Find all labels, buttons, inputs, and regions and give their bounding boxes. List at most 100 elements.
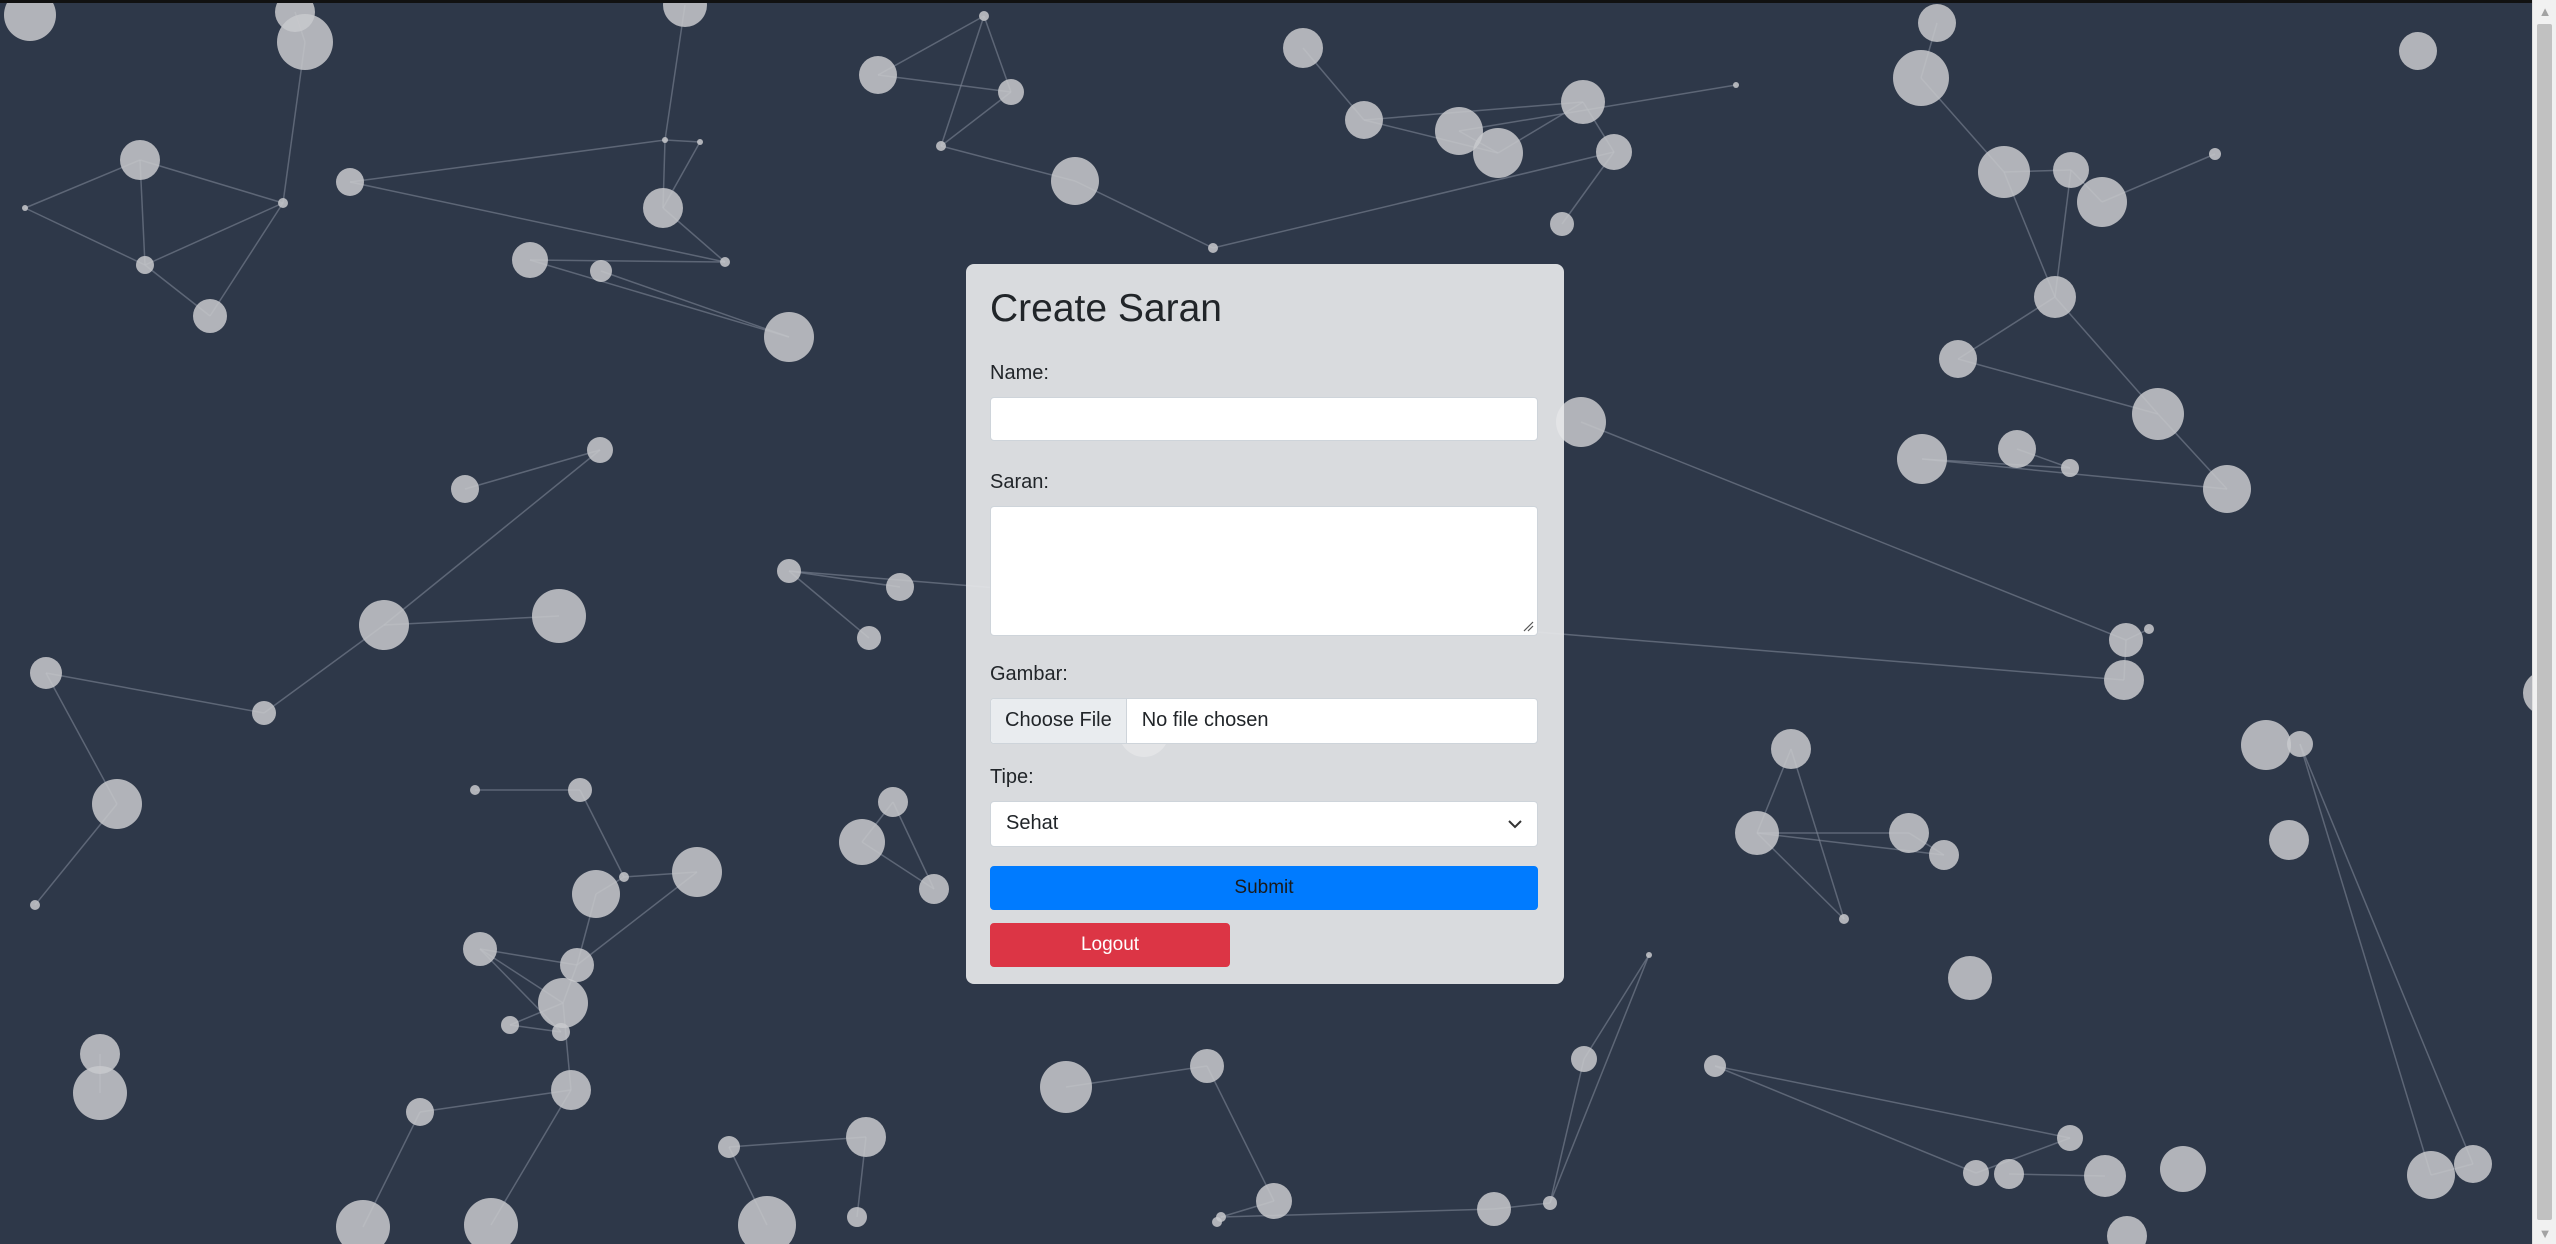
particle-dot: [663, 0, 707, 27]
particle-dot: [839, 819, 885, 865]
particle-dot: [1596, 134, 1632, 170]
particle-dot: [277, 14, 333, 70]
particle-dot: [501, 1016, 519, 1034]
particle-dot: [1550, 212, 1574, 236]
particle-dot: [1929, 840, 1959, 870]
particle-dot: [359, 600, 409, 650]
particle-dot: [1839, 914, 1849, 924]
name-input[interactable]: [990, 396, 1538, 441]
particle-dot: [1704, 1055, 1726, 1077]
gambar-file-input[interactable]: Choose File No file chosen: [990, 697, 1538, 744]
particle-dot: [2104, 660, 2144, 700]
particle-dot: [2454, 1145, 2492, 1183]
particle-dot: [1212, 1217, 1222, 1227]
particle-link: [600, 270, 790, 338]
particle-link: [1714, 1065, 2071, 1139]
particle-dot: [551, 1070, 591, 1110]
particle-dot: [120, 140, 160, 180]
particle-dot: [336, 168, 364, 196]
particle-link: [1206, 1065, 1275, 1202]
particle-link: [579, 789, 625, 878]
particle-link: [877, 74, 1012, 93]
particle-dot: [336, 1200, 390, 1244]
particle-dot: [1994, 1159, 2024, 1189]
particle-link: [664, 139, 701, 143]
particle-dot: [2034, 276, 2076, 318]
particle-dot: [73, 1066, 127, 1120]
particle-link: [1957, 358, 2159, 415]
particle-dot: [252, 701, 276, 725]
particle-dot: [1735, 811, 1779, 855]
particle-dot: [643, 188, 683, 228]
resize-grip-icon[interactable]: [1522, 620, 1534, 632]
particle-dot: [451, 475, 479, 503]
vertical-scrollbar[interactable]: ▲ ▼: [2532, 0, 2556, 1244]
particle-dot: [2523, 675, 2532, 711]
particle-dot: [572, 870, 620, 918]
particle-link: [2299, 743, 2432, 1176]
particle-dot: [2132, 388, 2184, 440]
particle-dot: [2077, 177, 2127, 227]
particle-dot: [560, 948, 594, 982]
particle-dot: [998, 79, 1024, 105]
particle-dot: [1771, 729, 1811, 769]
scrollbar-thumb[interactable]: [2537, 24, 2552, 1220]
particle-dot: [878, 787, 908, 817]
particle-dot: [512, 242, 548, 278]
particle-dot: [1646, 952, 1652, 958]
particle-dot: [538, 978, 588, 1028]
particle-link: [529, 259, 790, 338]
particle-dot: [857, 626, 881, 650]
particle-dot: [1893, 50, 1949, 106]
particle-dot: [278, 198, 288, 208]
particle-dot: [464, 1198, 518, 1244]
particle-dot: [1040, 1061, 1092, 1113]
tipe-label: Tipe:: [990, 765, 1034, 788]
particle-link: [940, 91, 1012, 147]
particle-dot: [1897, 434, 1947, 484]
particle-dot: [463, 932, 497, 966]
particle-dot: [1733, 82, 1739, 88]
particle-dot: [936, 141, 946, 151]
particle-dot: [1256, 1183, 1292, 1219]
particle-dot: [2269, 820, 2309, 860]
particle-dot: [2109, 623, 2143, 657]
particle-dot: [1571, 1046, 1597, 1072]
particle-dot: [30, 900, 40, 910]
particle-dot: [2107, 1216, 2147, 1244]
triangle-up-icon[interactable]: ▲: [2533, 0, 2556, 22]
particle-dot: [2061, 459, 2079, 477]
choose-file-button[interactable]: Choose File: [991, 698, 1127, 743]
particle-dot: [2160, 1146, 2206, 1192]
particle-dot: [619, 872, 629, 882]
particle-dot: [847, 1207, 867, 1227]
particle-dot: [2241, 720, 2291, 770]
particle-dot: [590, 260, 612, 282]
particle-link: [24, 207, 146, 266]
particle-dot: [1543, 1196, 1557, 1210]
particle-link: [464, 449, 601, 490]
particle-dot: [1978, 146, 2030, 198]
file-status-text: No file chosen: [1141, 709, 1269, 732]
particle-dot: [30, 657, 62, 689]
particle-link: [2299, 743, 2474, 1165]
particle-link: [419, 1089, 572, 1113]
particle-link: [1975, 1137, 2071, 1174]
saran-textarea[interactable]: [990, 505, 1538, 636]
particle-dot: [859, 56, 897, 94]
particle-dot: [1889, 813, 1929, 853]
particle-dot: [662, 137, 668, 143]
submit-button[interactable]: Submit: [990, 865, 1538, 910]
particle-dot: [979, 11, 989, 21]
particle-dot: [697, 139, 703, 145]
particle-dot: [587, 437, 613, 463]
particle-dot: [720, 257, 730, 267]
triangle-down-icon[interactable]: ▼: [2533, 1222, 2556, 1244]
particle-dot: [532, 589, 586, 643]
particle-dot: [406, 1098, 434, 1126]
particle-dot: [718, 1136, 740, 1158]
particle-link: [45, 672, 265, 714]
tipe-select[interactable]: Sehat: [990, 800, 1538, 847]
logout-button[interactable]: Logout: [990, 922, 1230, 967]
particle-dot: [1963, 1160, 1989, 1186]
